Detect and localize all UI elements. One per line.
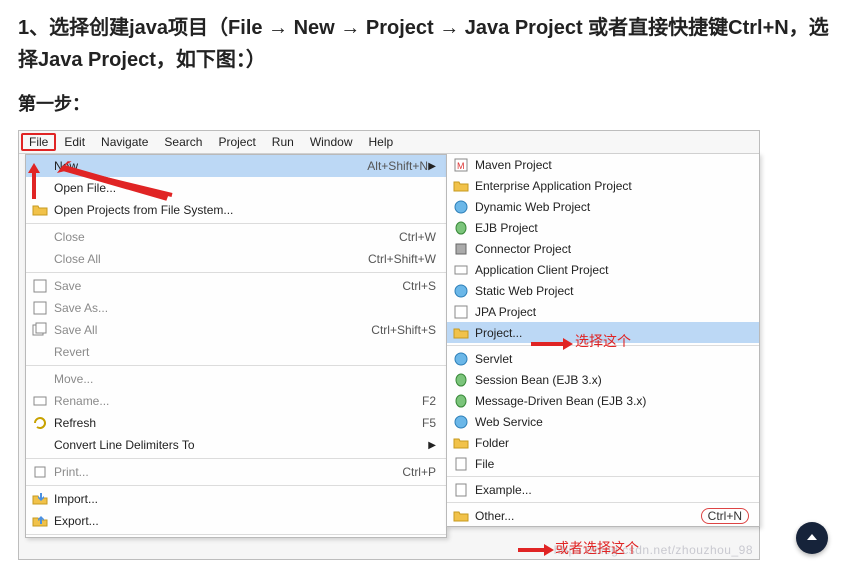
menu-project[interactable]: Project bbox=[210, 133, 263, 151]
page-heading: 1、选择创建java项目（File → New → Project → Java… bbox=[18, 12, 830, 76]
save-icon bbox=[32, 278, 48, 294]
menubar: File Edit Navigate Search Project Run Wi… bbox=[19, 131, 759, 154]
wizard-icon bbox=[453, 508, 469, 524]
globe-icon bbox=[453, 199, 469, 215]
rename-icon bbox=[32, 393, 48, 409]
new-static-web-project[interactable]: Static Web Project bbox=[447, 280, 759, 301]
file-revert[interactable]: Revert bbox=[26, 341, 446, 363]
ear-icon bbox=[453, 178, 469, 194]
example-icon bbox=[453, 482, 469, 498]
file-save-all[interactable]: Save All Ctrl+Shift+S bbox=[26, 319, 446, 341]
screenshot-area: File Edit Navigate Search Project Run Wi… bbox=[18, 130, 760, 560]
file-icon bbox=[453, 456, 469, 472]
annotation-arrow-new-icon bbox=[57, 161, 177, 201]
client-icon bbox=[453, 262, 469, 278]
file-close[interactable]: Close Ctrl+W bbox=[26, 226, 446, 248]
new-other-shortcut: Ctrl+N bbox=[701, 508, 749, 524]
new-other[interactable]: Other... Ctrl+N bbox=[447, 505, 759, 526]
chevron-up-icon bbox=[805, 531, 819, 545]
menu-search[interactable]: Search bbox=[156, 133, 210, 151]
new-session-bean[interactable]: Session Bean (EJB 3.x) bbox=[447, 369, 759, 390]
new-dynamic-web-project[interactable]: Dynamic Web Project bbox=[447, 196, 759, 217]
file-print[interactable]: Print... Ctrl+P bbox=[26, 461, 446, 483]
folder-icon bbox=[32, 202, 48, 218]
menu-navigate[interactable]: Navigate bbox=[93, 133, 156, 151]
print-icon bbox=[32, 464, 48, 480]
import-icon bbox=[32, 491, 48, 507]
scroll-top-button[interactable] bbox=[796, 522, 828, 554]
new-folder[interactable]: Folder bbox=[447, 432, 759, 453]
file-close-all[interactable]: Close All Ctrl+Shift+W bbox=[26, 248, 446, 270]
file-rename[interactable]: Rename... F2 bbox=[26, 390, 446, 412]
new-maven-project[interactable]: M Maven Project bbox=[447, 154, 759, 175]
menu-file[interactable]: File bbox=[21, 133, 56, 151]
new-connector-project[interactable]: Connector Project bbox=[447, 238, 759, 259]
annotation-arrow-file-icon bbox=[25, 161, 43, 201]
file-refresh[interactable]: Refresh F5 bbox=[26, 412, 446, 434]
annotation-choose-this: 选择这个 bbox=[575, 331, 631, 351]
new-file[interactable]: File bbox=[447, 453, 759, 474]
new-app-client-project[interactable]: Application Client Project bbox=[447, 259, 759, 280]
new-jpa-project[interactable]: JPA Project bbox=[447, 301, 759, 322]
file-save[interactable]: Save Ctrl+S bbox=[26, 275, 446, 297]
save-all-icon bbox=[32, 322, 48, 338]
globe-icon bbox=[453, 283, 469, 299]
bean-icon bbox=[453, 220, 469, 236]
annotation-arrow-project-icon bbox=[529, 336, 573, 352]
bean-icon bbox=[453, 393, 469, 409]
export-icon bbox=[32, 513, 48, 529]
new-example[interactable]: Example... bbox=[447, 479, 759, 500]
file-save-as[interactable]: Save As... bbox=[26, 297, 446, 319]
bean-icon bbox=[453, 372, 469, 388]
menu-run[interactable]: Run bbox=[264, 133, 302, 151]
svg-text:M: M bbox=[457, 161, 465, 171]
submenu-arrow-icon: ▶ bbox=[428, 161, 436, 172]
file-import[interactable]: Import... bbox=[26, 488, 446, 510]
new-web-service[interactable]: Web Service bbox=[447, 411, 759, 432]
annotation-or-choose-this: 或者选择这个 bbox=[555, 538, 639, 558]
save-as-icon bbox=[32, 300, 48, 316]
file-export[interactable]: Export... bbox=[26, 510, 446, 532]
file-convert-delimiters[interactable]: Convert Line Delimiters To ▶ bbox=[26, 434, 446, 456]
new-enterprise-app-project[interactable]: Enterprise Application Project bbox=[447, 175, 759, 196]
file-new-shortcut: Alt+Shift+N bbox=[357, 159, 428, 173]
servlet-icon bbox=[453, 351, 469, 367]
annotation-arrow-other-icon bbox=[516, 543, 554, 557]
project-icon bbox=[453, 325, 469, 341]
folder-icon bbox=[453, 435, 469, 451]
web-service-icon bbox=[453, 414, 469, 430]
file-move[interactable]: Move... bbox=[26, 368, 446, 390]
step-label: 第一步： bbox=[18, 90, 830, 116]
connector-icon bbox=[453, 241, 469, 257]
new-ejb-project[interactable]: EJB Project bbox=[447, 217, 759, 238]
jpa-icon bbox=[453, 304, 469, 320]
new-message-driven-bean[interactable]: Message-Driven Bean (EJB 3.x) bbox=[447, 390, 759, 411]
new-servlet[interactable]: Servlet bbox=[447, 348, 759, 369]
refresh-icon bbox=[32, 415, 48, 431]
menu-edit[interactable]: Edit bbox=[56, 133, 93, 151]
maven-icon: M bbox=[453, 157, 469, 173]
submenu-arrow-icon: ▶ bbox=[428, 440, 436, 451]
menu-help[interactable]: Help bbox=[361, 133, 402, 151]
file-open-projects[interactable]: Open Projects from File System... bbox=[26, 199, 446, 221]
file-dropdown: New Alt+Shift+N ▶ Open File... Open Proj… bbox=[25, 154, 447, 538]
menu-window[interactable]: Window bbox=[302, 133, 361, 151]
